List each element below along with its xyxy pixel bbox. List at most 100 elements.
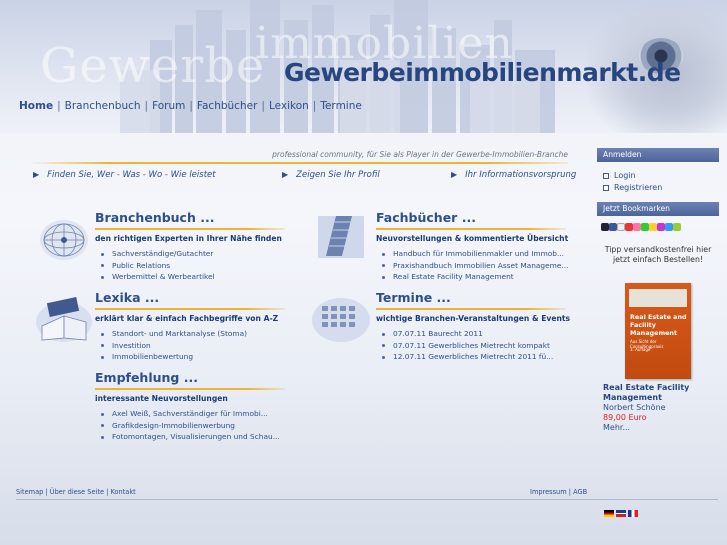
footer-links-left: Sitemap | Über diese Seite | Kontakt xyxy=(16,488,136,496)
section-lexika: Lexika ... erklärt klar & einfach Fachbe… xyxy=(95,290,285,363)
flag-de-icon[interactable] xyxy=(604,510,614,517)
footer-agb-link[interactable]: AGB xyxy=(573,488,587,496)
site-title[interactable]: Gewerbeimmobilienmarkt.de xyxy=(284,58,681,87)
bookmark-mister-wong-icon[interactable] xyxy=(617,222,625,231)
list-item[interactable]: Handbuch für Immobilienmakler und Immob.… xyxy=(382,248,568,260)
bullet-icon xyxy=(101,275,104,279)
list-item[interactable]: Sachverständige/Gutachter xyxy=(101,248,285,260)
footer-impressum-link[interactable]: Impressum xyxy=(530,488,567,496)
bookmark-icon[interactable] xyxy=(649,222,657,231)
bullet-icon xyxy=(101,344,104,347)
flag-gb-icon[interactable] xyxy=(616,510,626,517)
book-more-link[interactable]: Mehr... xyxy=(603,423,723,433)
nav-forum[interactable]: Forum xyxy=(152,100,185,112)
quicklink-vorsprung[interactable]: ▶ Ihr Informationsvorsprung xyxy=(451,170,576,180)
book-info: Real Estate Facility Management Norbert … xyxy=(603,383,723,433)
bullet-icon xyxy=(382,275,385,279)
register-link[interactable]: Registrieren xyxy=(597,182,719,194)
quicklink-finden[interactable]: ▶ Finden Sie, Wer - Was - Wo - Wie leiste… xyxy=(33,170,216,180)
section-subtitle: erklärt klar & einfach Fachbegriffe von … xyxy=(95,314,279,323)
list-item[interactable]: Fotomontagen, Visualisierungen und Schau… xyxy=(101,431,285,443)
bullet-icon xyxy=(101,355,104,359)
order-tip: Tipp versandkostenfrei hier jetzt einfac… xyxy=(604,245,712,264)
list-item[interactable]: 12.07.11 Gewerbliches Mietrecht 2011 fü.… xyxy=(382,351,570,363)
list-item[interactable]: 07.07.11 Gewerbliches Mietrecht kompakt xyxy=(382,340,570,352)
section-title[interactable]: Termine ... xyxy=(376,290,570,305)
building-image xyxy=(318,216,364,258)
list-item[interactable]: Investition xyxy=(101,340,285,352)
book-author: Norbert Schöne xyxy=(603,403,666,412)
section-subtitle: interessante Neuvorstellungen xyxy=(95,394,228,403)
section-underline xyxy=(95,308,285,310)
login-link[interactable]: Login xyxy=(597,170,719,182)
section-title[interactable]: Lexika ... xyxy=(95,290,285,305)
list-item[interactable]: Grafikdesign-Immobilienwerbung xyxy=(101,420,285,432)
bookmarks-header: Jetzt Bookmarken xyxy=(597,202,719,216)
section-subtitle: wichtige Branchen-Veranstaltungen & Even… xyxy=(376,314,571,323)
bookmark-facebook-icon[interactable] xyxy=(609,222,617,231)
nav-lexikon[interactable]: Lexikon xyxy=(269,100,309,112)
divider-line xyxy=(28,162,568,164)
bullet-icon xyxy=(382,332,385,336)
list-item[interactable]: Axel Weiß, Sachverständiger für Immobi..… xyxy=(101,408,285,420)
list-item[interactable]: Standort- und Marktanalyse (Stoma) xyxy=(101,328,285,340)
footer-links-right: Impressum | AGB xyxy=(530,488,588,496)
quicklink-profil[interactable]: ▶ Zeigen Sie Ihr Profil xyxy=(282,170,380,180)
list-item[interactable]: 07.07.11 Baurecht 2011 xyxy=(382,328,570,340)
section-underline xyxy=(376,308,566,310)
bookmark-icon[interactable] xyxy=(657,222,665,231)
bullet-icon xyxy=(101,252,104,256)
footer-sitemap-link[interactable]: Sitemap xyxy=(16,488,43,496)
bookmark-icon[interactable] xyxy=(633,222,641,231)
right-sidebar: Anmelden Login Registrieren Jetzt Bookma… xyxy=(597,148,719,265)
book-cover-image[interactable]: Real Estate and Facility Management Aus … xyxy=(625,283,691,379)
section-underline xyxy=(376,228,566,230)
bullet-icon xyxy=(101,435,104,439)
header-banner: Gewerbe immobilien Gewerbeimmobilienmark… xyxy=(0,0,727,133)
list-item[interactable]: Real Estate Facility Management xyxy=(382,271,568,283)
footer-divider xyxy=(16,499,718,500)
bookmark-google-icon[interactable] xyxy=(625,222,633,231)
section-title[interactable]: Fachbücher ... xyxy=(376,210,568,225)
footer-about-link[interactable]: Über diese Seite xyxy=(50,488,104,496)
arrow-right-icon: ▶ xyxy=(451,170,458,179)
nav-termine[interactable]: Termine xyxy=(320,100,361,112)
bullet-icon xyxy=(382,344,385,347)
tagline: professional community, für Sie als Play… xyxy=(272,150,568,159)
section-underline xyxy=(95,228,285,230)
checkbox-icon xyxy=(603,173,609,179)
list-item[interactable]: Werbemittel & Werbeartikel xyxy=(101,271,285,283)
bookmark-icon[interactable] xyxy=(665,222,673,231)
nav-fachbuecher[interactable]: Fachbücher xyxy=(197,100,257,112)
footer-contact-link[interactable]: Kontakt xyxy=(110,488,135,496)
section-title[interactable]: Empfehlung ... xyxy=(95,370,285,385)
bookmark-icons xyxy=(597,216,719,237)
bullet-icon xyxy=(382,252,385,256)
nav-home[interactable]: Home xyxy=(19,100,53,112)
language-flags xyxy=(604,509,640,518)
calendar-image xyxy=(312,298,370,342)
bullet-icon xyxy=(101,412,104,416)
arrow-right-icon: ▶ xyxy=(282,170,289,179)
main-nav: Home | Branchenbuch | Forum | Fachbücher | Lexik… xyxy=(19,100,362,112)
list-item[interactable]: Praxishandbuch Immobilien Asset Manageme… xyxy=(382,260,568,272)
book-cover-edition: 3. Auflage xyxy=(630,347,651,352)
bullet-icon xyxy=(382,264,385,267)
network-globe-image xyxy=(40,220,88,260)
list-item[interactable]: Immobilienbewertung xyxy=(101,351,285,363)
bookmark-delicious-icon[interactable] xyxy=(601,222,609,231)
bullet-icon xyxy=(101,264,104,267)
bullet-icon xyxy=(101,332,104,336)
arrow-right-icon: ▶ xyxy=(33,170,40,179)
checkbox-icon xyxy=(603,185,609,191)
section-subtitle: den richtigen Experten in Ihrer Nähe fin… xyxy=(95,234,282,243)
list-item[interactable]: Public Relations xyxy=(101,260,285,272)
nav-branchenbuch[interactable]: Branchenbuch xyxy=(65,100,141,112)
book-title[interactable]: Real Estate Facility Management xyxy=(603,383,723,403)
bookmark-icon[interactable] xyxy=(673,222,681,231)
flag-fr-icon[interactable] xyxy=(628,510,638,517)
section-title[interactable]: Branchenbuch ... xyxy=(95,210,285,225)
section-fachbuecher: Fachbücher ... Neuvorstellungen & kommen… xyxy=(376,210,568,283)
bookmark-icon[interactable] xyxy=(641,222,649,231)
book-price: 89,00 Euro xyxy=(603,413,647,422)
